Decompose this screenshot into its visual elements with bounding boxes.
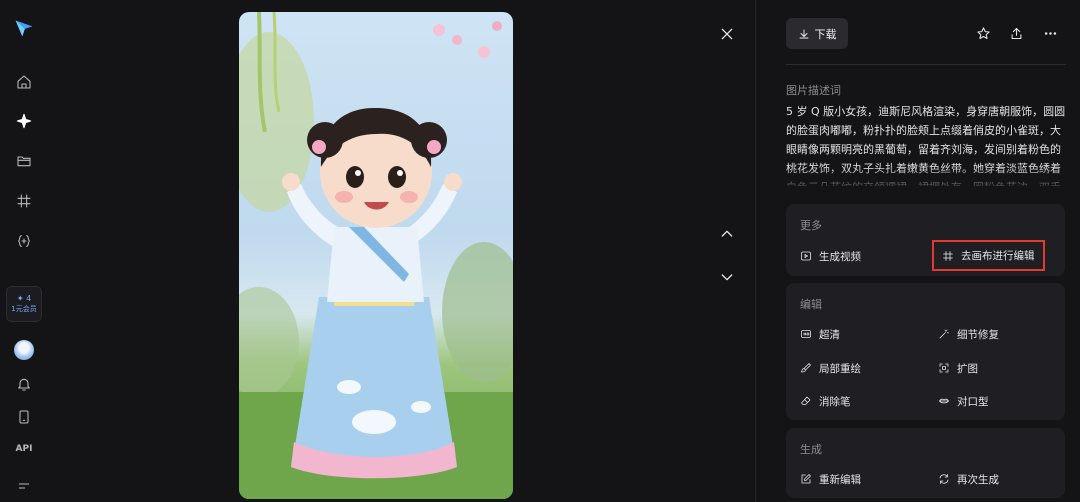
- expand-image-button[interactable]: 扩图: [938, 356, 978, 380]
- generated-image[interactable]: [239, 12, 513, 499]
- avatar[interactable]: [14, 340, 34, 360]
- close-icon: [721, 28, 733, 40]
- star-icon: [976, 26, 990, 39]
- lip-sync-button[interactable]: 对口型: [938, 389, 989, 413]
- regenerate-button[interactable]: 再次生成: [938, 467, 999, 491]
- detail-repair-button[interactable]: 细节修复: [938, 322, 999, 346]
- more-title: 更多: [800, 219, 822, 232]
- partial-redraw-button[interactable]: 局部重绘: [800, 356, 861, 380]
- next-image-button[interactable]: [716, 266, 738, 288]
- vip-count: ✦ 4: [16, 294, 32, 303]
- close-button[interactable]: [716, 23, 738, 45]
- canvas-edit-label: 去画布进行编辑: [961, 250, 1035, 262]
- generate-video-button[interactable]: 生成视频: [800, 244, 861, 268]
- paper-plane-logo[interactable]: [12, 16, 36, 40]
- favorite-button[interactable]: [972, 22, 994, 44]
- folder-icon[interactable]: [12, 149, 36, 173]
- magic-wand-icon: [939, 329, 949, 339]
- chevron-up-icon: [721, 230, 733, 237]
- expand-icon: [939, 363, 949, 373]
- video-play-icon: [801, 251, 811, 261]
- share-icon: [1011, 27, 1021, 39]
- header-divider: [786, 64, 1066, 65]
- partial-redraw-label: 局部重绘: [819, 362, 861, 375]
- brush-icon: [801, 363, 811, 373]
- description-title: 图片描述词: [786, 84, 841, 97]
- menu-icon[interactable]: [12, 474, 36, 498]
- more-card: 更多 生成视频 去画布进行编辑: [786, 204, 1065, 276]
- generate-video-label: 生成视频: [819, 250, 861, 263]
- share-button[interactable]: [1005, 22, 1027, 44]
- canvas-edit-button[interactable]: 去画布进行编辑: [932, 240, 1045, 271]
- eraser-label: 消除笔: [819, 395, 851, 408]
- detail-panel: 下载 图片描述词 5 岁 Q 版小女孩，迪斯尼风格渲染，身穿唐朝服饰，圆圆的脸蛋…: [786, 0, 1066, 502]
- generate-title: 生成: [800, 443, 822, 456]
- download-button[interactable]: 下载: [786, 18, 848, 49]
- expand-label: 扩图: [957, 362, 978, 375]
- left-sidebar: ✦ 4 1元会员 API: [0, 0, 48, 502]
- hash-icon: [943, 250, 953, 261]
- home-icon[interactable]: [12, 70, 36, 94]
- bell-icon[interactable]: [12, 372, 36, 396]
- vip-label: 1元会员: [11, 305, 37, 313]
- previous-image-button[interactable]: [716, 223, 738, 245]
- braces-icon[interactable]: [12, 229, 36, 253]
- vip-membership-badge[interactable]: ✦ 4 1元会员: [6, 286, 42, 322]
- re-edit-button[interactable]: 重新编辑: [800, 467, 861, 491]
- phone-icon[interactable]: [12, 405, 36, 429]
- app-window: ✦ 4 1元会员 API 下载 图片描述词 5 岁 Q 版小女孩，迪斯尼风格渲染…: [0, 0, 1080, 502]
- description-fade: [786, 166, 1066, 188]
- eraser-icon: [801, 396, 811, 405]
- hd-upscale-button[interactable]: 超清: [800, 322, 840, 346]
- regenerate-label: 再次生成: [957, 473, 999, 486]
- hd-icon: [801, 330, 811, 338]
- edit-title: 编辑: [800, 298, 822, 311]
- lip-sync-label: 对口型: [957, 395, 989, 408]
- edit-card: 编辑 超清 细节修复 局部重绘 扩图 消除笔 对口型: [786, 283, 1065, 420]
- refresh-icon: [939, 474, 949, 484]
- download-icon: [799, 29, 808, 38]
- hd-label: 超清: [819, 328, 840, 341]
- more-options-button[interactable]: [1039, 22, 1061, 44]
- hash-icon[interactable]: [12, 189, 36, 213]
- api-link[interactable]: API: [12, 444, 36, 454]
- edit-icon: [801, 474, 811, 484]
- generate-card: 生成 重新编辑 再次生成: [786, 428, 1065, 498]
- chevron-down-icon: [721, 274, 733, 281]
- more-horizontal-icon: [1044, 31, 1056, 35]
- download-label: 下载: [814, 27, 837, 41]
- re-edit-label: 重新编辑: [819, 473, 861, 486]
- detail-repair-label: 细节修复: [957, 328, 999, 341]
- panel-divider: [755, 0, 756, 502]
- sparkle-icon[interactable]: [12, 109, 36, 133]
- lips-icon: [939, 398, 949, 404]
- eraser-button[interactable]: 消除笔: [800, 389, 851, 413]
